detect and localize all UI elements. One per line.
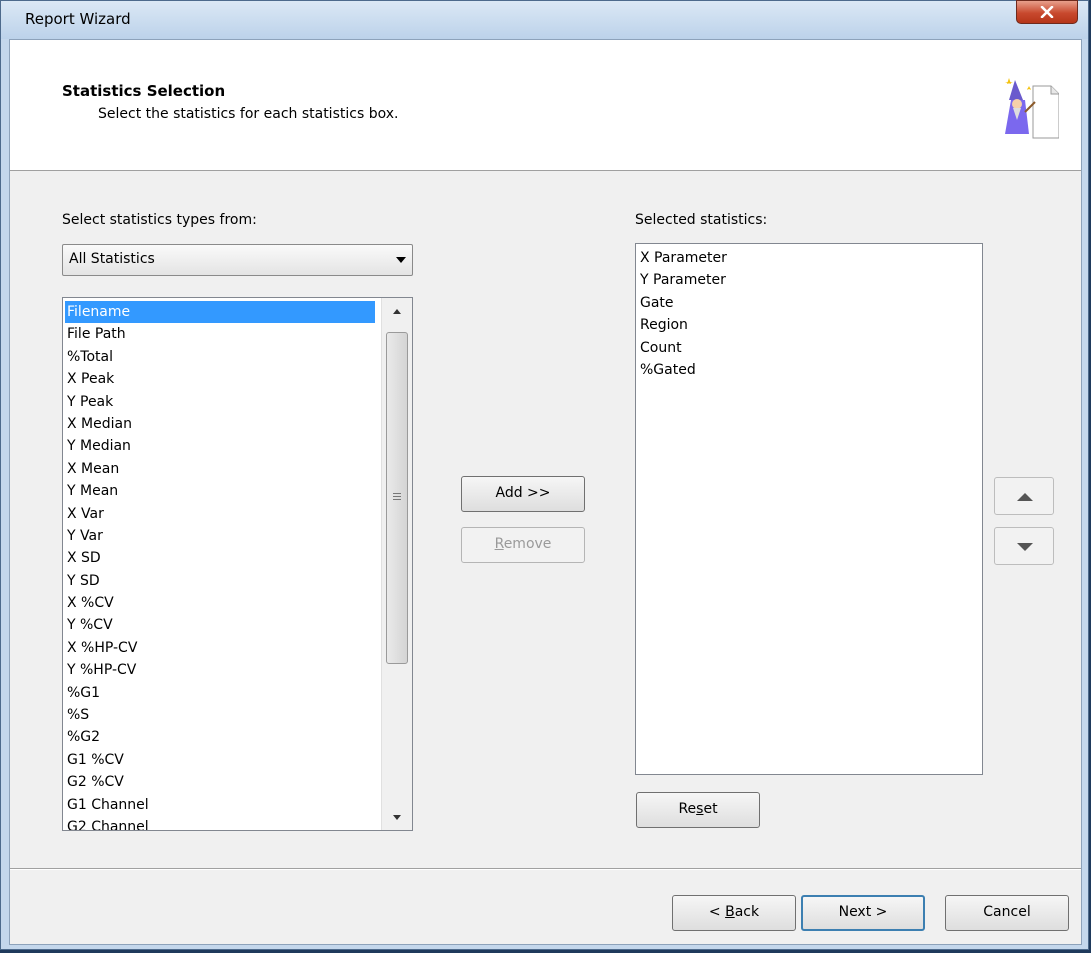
- list-item[interactable]: Gate: [638, 292, 727, 314]
- list-item[interactable]: X %HP-CV: [65, 637, 375, 659]
- list-item[interactable]: %G2: [65, 726, 375, 748]
- scroll-up-button[interactable]: [382, 300, 412, 322]
- page-subtitle: Select the statistics for each statistic…: [98, 106, 399, 122]
- list-item[interactable]: Y Median: [65, 435, 375, 457]
- list-item[interactable]: Y %CV: [65, 614, 375, 636]
- dropdown-value: All Statistics: [69, 251, 155, 267]
- title-bar[interactable]: Report Wizard: [1, 0, 1088, 39]
- list-item[interactable]: Region: [638, 314, 727, 336]
- report-wizard-window: Report Wizard Statistics Selection Selec…: [0, 0, 1089, 950]
- scroll-down-button[interactable]: [382, 806, 412, 828]
- list-item[interactable]: X Peak: [65, 368, 375, 390]
- move-up-button[interactable]: [994, 477, 1054, 515]
- scroll-thumb[interactable]: [386, 332, 408, 664]
- reset-label: Reset: [678, 801, 718, 817]
- list-item[interactable]: Y Mean: [65, 480, 375, 502]
- statistics-type-dropdown[interactable]: All Statistics: [62, 244, 413, 276]
- move-down-button[interactable]: [994, 527, 1054, 565]
- list-item[interactable]: %Gated: [638, 359, 727, 381]
- window-title: Report Wizard: [25, 10, 131, 28]
- remove-button[interactable]: Remove: [461, 527, 585, 563]
- cancel-button[interactable]: Cancel: [945, 895, 1069, 931]
- list-item[interactable]: Filename: [65, 301, 375, 324]
- add-button[interactable]: Add >>: [461, 476, 585, 512]
- list-item[interactable]: G1 %CV: [65, 749, 375, 771]
- list-item[interactable]: G1 Channel: [65, 794, 375, 816]
- wizard-header: Statistics Selection Select the statisti…: [10, 40, 1081, 171]
- vertical-scrollbar[interactable]: [381, 298, 412, 830]
- list-item[interactable]: G2 Channel: [65, 816, 375, 830]
- list-item[interactable]: G2 %CV: [65, 771, 375, 793]
- list-item[interactable]: File Path: [65, 323, 375, 345]
- close-button[interactable]: [1016, 0, 1078, 24]
- grip-line: [393, 496, 401, 497]
- list-item[interactable]: X Var: [65, 503, 375, 525]
- list-item[interactable]: %Total: [65, 346, 375, 368]
- arrow-down-icon: [1017, 543, 1033, 551]
- chevron-down-icon: [396, 257, 406, 263]
- list-item[interactable]: X Mean: [65, 458, 375, 480]
- scroll-down-icon: [393, 814, 401, 820]
- list-item[interactable]: X Median: [65, 413, 375, 435]
- scroll-up-icon: [393, 308, 401, 314]
- available-statistics-list[interactable]: Filename File Path %Total X Peak Y Peak X Med…: [62, 297, 413, 831]
- list-item[interactable]: Y Peak: [65, 391, 375, 413]
- list-item[interactable]: %G1: [65, 682, 375, 704]
- list-item[interactable]: X %CV: [65, 592, 375, 614]
- grip-line: [393, 493, 401, 494]
- arrow-up-icon: [1017, 493, 1033, 501]
- wizard-client-area: Statistics Selection Select the statisti…: [9, 39, 1082, 945]
- list-item[interactable]: X Parameter: [638, 247, 727, 269]
- close-icon: [1040, 6, 1054, 18]
- list-item[interactable]: Y Var: [65, 525, 375, 547]
- footer-divider: [10, 868, 1081, 870]
- back-button[interactable]: < Back: [672, 895, 796, 931]
- list-item[interactable]: Y %HP-CV: [65, 659, 375, 681]
- next-button[interactable]: Next >: [801, 895, 925, 931]
- grip-line: [393, 499, 401, 500]
- selected-statistics-list[interactable]: X Parameter Y Parameter Gate Region Count %Ga…: [635, 243, 983, 775]
- page-title: Statistics Selection: [62, 82, 226, 100]
- source-types-label: Select statistics types from:: [62, 212, 257, 228]
- available-items: Filename File Path %Total X Peak Y Peak X Med…: [65, 301, 375, 830]
- list-item[interactable]: X SD: [65, 547, 375, 569]
- selected-statistics-label: Selected statistics:: [635, 212, 768, 228]
- wizard-icon: [1005, 78, 1059, 139]
- selected-items: X Parameter Y Parameter Gate Region Count %Ga…: [638, 247, 727, 381]
- remove-label: Remove: [494, 536, 552, 552]
- back-label: < Back: [708, 904, 760, 920]
- list-item[interactable]: %S: [65, 704, 375, 726]
- reset-button[interactable]: Reset: [636, 792, 760, 828]
- list-item[interactable]: Count: [638, 337, 727, 359]
- list-item[interactable]: Y Parameter: [638, 269, 727, 291]
- list-item[interactable]: Y SD: [65, 570, 375, 592]
